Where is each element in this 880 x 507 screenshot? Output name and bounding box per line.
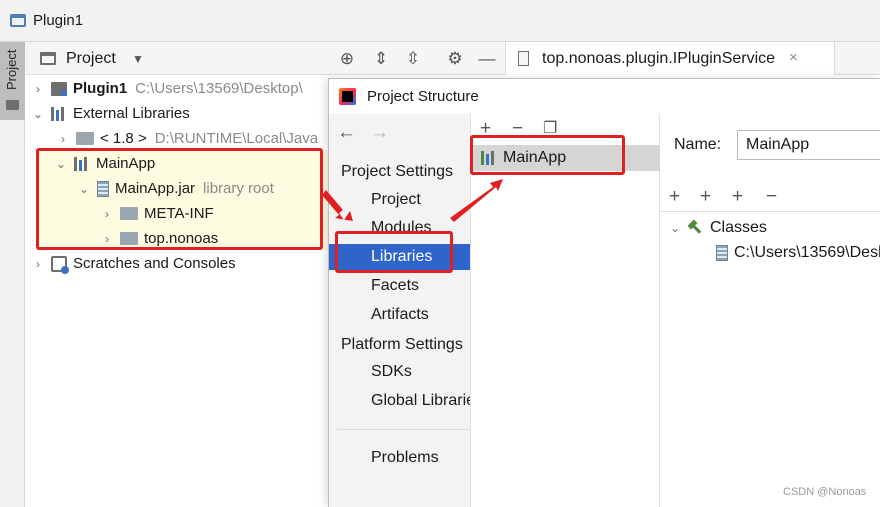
nav-header-platform-settings: Platform Settings <box>341 336 463 353</box>
tree-row-scratches[interactable]: › Scratches and Consoles <box>31 251 236 276</box>
hammer-icon <box>688 221 704 235</box>
add-icon[interactable]: + <box>669 186 680 208</box>
collapse-all-icon[interactable]: ⇳ <box>403 49 423 69</box>
library-icon <box>51 106 67 121</box>
name-label: Name: <box>674 136 722 153</box>
module-icon <box>51 81 67 96</box>
file-icon <box>518 51 529 66</box>
jdk-path: D:\RUNTIME\Local\Java <box>154 130 319 147</box>
chevron-right-icon[interactable]: › <box>31 257 45 271</box>
title-bar: Plugin1 <box>0 0 880 42</box>
classes-label: Classes <box>710 218 767 236</box>
window-icon <box>10 14 26 27</box>
chevron-right-icon[interactable]: › <box>31 82 45 96</box>
annotation-box-mainapp-tree <box>36 148 323 250</box>
dialog-title-bar: Project Structure <box>329 79 880 114</box>
project-stripe-label: Project <box>4 49 19 90</box>
root-name: Plugin1 <box>73 80 128 97</box>
project-view-selector[interactable]: Project <box>66 50 116 68</box>
remove-icon[interactable]: − <box>766 186 777 208</box>
tool-window-stripe: Project <box>0 42 25 507</box>
chevron-down-icon[interactable]: ⌄ <box>31 107 45 121</box>
classes-row[interactable]: ⌄ Classes <box>668 215 767 240</box>
chevron-down-icon[interactable]: ▼ <box>132 52 144 66</box>
nav-header-project-settings: Project Settings <box>341 163 454 180</box>
class-path-row[interactable]: C:\Users\13569\Desktop <box>716 240 880 265</box>
add-jar-icon[interactable]: + <box>732 186 743 208</box>
forward-arrow-icon[interactable]: → <box>370 122 389 144</box>
dialog-title: Project Structure <box>367 88 479 105</box>
window-title: Plugin1 <box>33 12 84 29</box>
chevron-right-icon[interactable]: › <box>56 132 70 146</box>
annotation-box-libraries <box>335 231 453 273</box>
expand-all-icon[interactable]: ⇕ <box>371 49 391 69</box>
external-libraries-label: External Libraries <box>73 105 190 122</box>
nav-divider <box>337 429 470 430</box>
close-icon[interactable]: × <box>789 49 798 66</box>
sdk-folder-icon <box>76 132 94 145</box>
watermark: CSDN @Nonoas <box>783 486 867 498</box>
tree-row-external-libraries[interactable]: ⌄ External Libraries <box>31 101 190 126</box>
jdk-name: < 1.8 > <box>100 130 147 147</box>
folder-icon <box>6 100 19 110</box>
back-arrow-icon[interactable]: ← <box>337 122 356 144</box>
root-path: C:\Users\13569\Desktop\ <box>135 80 303 97</box>
tree-row-root[interactable]: › Plugin1 C:\Users\13569\Desktop\ <box>31 76 303 101</box>
scratches-label: Scratches and Consoles <box>73 255 236 272</box>
editor-tab[interactable]: top.nonoas.plugin.IPluginService × <box>505 42 835 75</box>
nav-item-global-libraries[interactable]: Global Libraries <box>371 388 470 414</box>
annotation-box-library-item <box>470 135 625 175</box>
chevron-down-icon[interactable]: ⌄ <box>668 221 682 235</box>
classes-toolbar: + + + − <box>660 184 880 212</box>
library-name-field[interactable] <box>737 130 880 160</box>
project-toolwindow-header: Project ▼ ⊕ ⇕ ⇳ ⚙ — top.nonoas.plugin.IP… <box>25 42 880 75</box>
scratches-icon <box>51 255 69 274</box>
locate-icon[interactable]: ⊕ <box>337 49 357 69</box>
project-stripe-tab[interactable]: Project <box>0 42 25 120</box>
settings-nav: ← → Project Settings Project Modules Lib… <box>329 114 470 507</box>
add-url-icon[interactable]: + <box>700 186 711 208</box>
gear-icon[interactable]: ⚙ <box>445 49 465 69</box>
library-detail-panel: Name: + + + − ⌄ Classes C:\Users\13569\D… <box>660 114 880 507</box>
project-tree: › Plugin1 C:\Users\13569\Desktop\ ⌄ Exte… <box>25 75 330 507</box>
class-path-label: C:\Users\13569\Desktop <box>734 243 880 261</box>
intellij-logo-icon <box>339 88 356 105</box>
editor-tab-label: top.nonoas.plugin.IPluginService <box>542 50 776 67</box>
hide-icon[interactable]: — <box>477 49 497 69</box>
project-icon <box>40 52 56 65</box>
jar-icon <box>716 244 728 261</box>
